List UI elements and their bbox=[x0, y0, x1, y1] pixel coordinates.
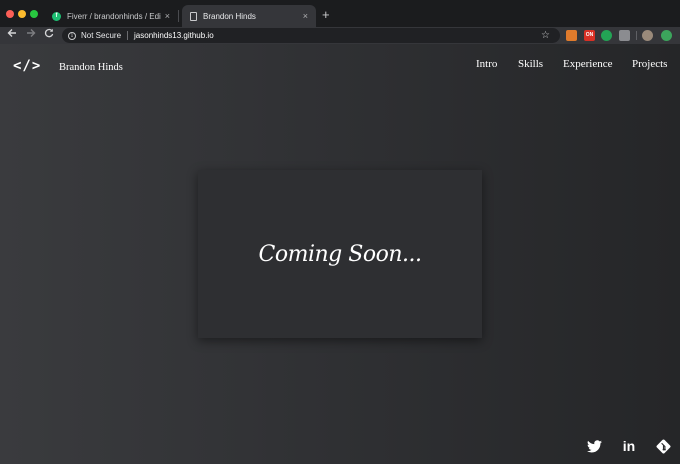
new-tab-button[interactable]: + bbox=[322, 7, 330, 22]
minimize-window-button[interactable] bbox=[18, 10, 26, 18]
extension-green-leaf-icon[interactable] bbox=[661, 30, 672, 41]
nav-projects[interactable]: Projects bbox=[632, 58, 667, 70]
close-window-button[interactable] bbox=[6, 10, 14, 18]
nav-experience[interactable]: Experience bbox=[563, 58, 612, 70]
back-arrow-icon[interactable] bbox=[7, 27, 17, 44]
browser-tab-strip: f Fiverr / brandonhinds / Edit Gig × Bra… bbox=[0, 0, 680, 27]
linkedin-icon[interactable]: in bbox=[621, 438, 637, 454]
site-brand[interactable]: Brandon Hinds bbox=[59, 62, 123, 73]
extension-green-icon[interactable] bbox=[601, 30, 612, 41]
profile-avatar-icon[interactable] bbox=[642, 30, 653, 41]
browser-toolbar: i Not Secure jasonhinds13.github.io ☆ ON bbox=[0, 27, 680, 44]
bookmark-star-icon[interactable]: ☆ bbox=[541, 27, 550, 44]
url-text: jasonhinds13.github.io bbox=[134, 31, 214, 40]
extension-gray-icon[interactable] bbox=[619, 30, 630, 41]
fiverr-icon: f bbox=[52, 11, 61, 21]
page-content: </> Brandon Hinds Intro Skills Experienc… bbox=[0, 44, 680, 464]
nav-intro[interactable]: Intro bbox=[476, 58, 497, 70]
tab-title: Fiverr / brandonhinds / Edit Gig bbox=[67, 11, 161, 21]
toolbar-divider bbox=[636, 31, 637, 40]
extension-orange-icon[interactable] bbox=[566, 30, 577, 41]
coming-soon-card: Coming Soon... bbox=[198, 170, 482, 338]
tab-title: Brandon Hinds bbox=[203, 11, 256, 21]
close-icon[interactable]: × bbox=[165, 11, 170, 21]
address-bar[interactable]: i Not Secure jasonhinds13.github.io bbox=[62, 28, 560, 43]
extension-red-icon[interactable]: ON bbox=[584, 30, 595, 41]
reload-icon[interactable] bbox=[44, 27, 54, 44]
maximize-window-button[interactable] bbox=[30, 10, 38, 18]
forward-arrow-icon[interactable] bbox=[26, 27, 36, 44]
document-icon bbox=[190, 11, 197, 21]
nav-skills[interactable]: Skills bbox=[518, 58, 543, 70]
site-logo[interactable]: </> bbox=[13, 58, 41, 74]
twitter-icon[interactable] bbox=[586, 438, 602, 454]
coming-soon-heading: Coming Soon... bbox=[258, 241, 422, 267]
close-icon[interactable]: × bbox=[303, 11, 308, 21]
git-icon[interactable] bbox=[655, 438, 671, 454]
tab-brandon-hinds[interactable]: Brandon Hinds × bbox=[182, 5, 316, 27]
tab-fiverr[interactable]: f Fiverr / brandonhinds / Edit Gig × bbox=[44, 5, 178, 27]
tab-divider bbox=[178, 10, 179, 22]
security-label: Not Secure bbox=[81, 31, 122, 40]
address-divider bbox=[127, 31, 129, 40]
info-icon[interactable]: i bbox=[68, 31, 76, 40]
